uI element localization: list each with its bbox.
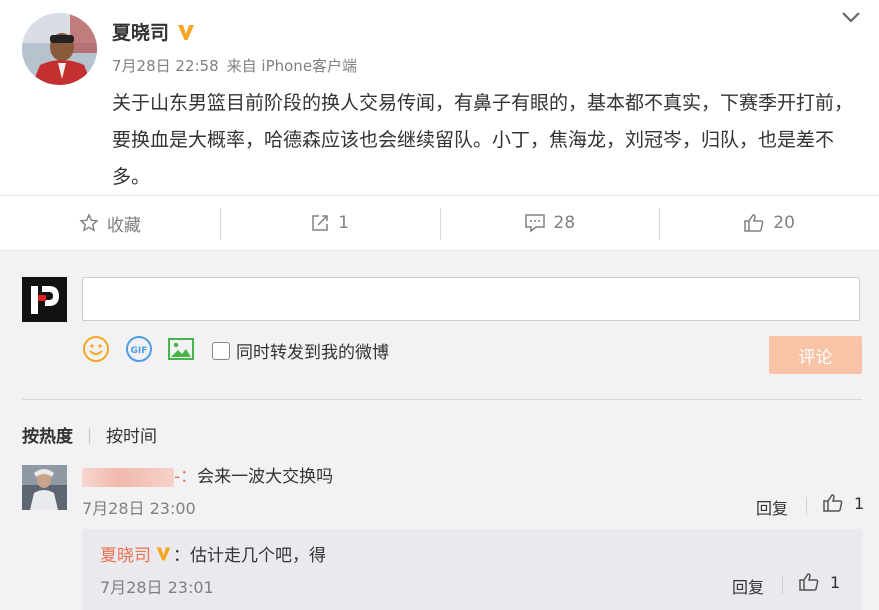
comment-section: GIF 同时转发到我的微博 评论 按热度 | 按时间 -：会来一波大交换吗 7月… [0,251,879,610]
star-icon [79,213,99,232]
reply-text: ：估计走几个吧，得 [173,546,326,566]
current-user-avatar [22,277,67,322]
share-count: 1 [338,213,350,233]
reply-thread: 夏晓司 ：估计走几个吧，得 7月28日 23:01 回复 1 [82,529,862,610]
reply-reply-button[interactable]: 回复 [732,574,764,598]
share-icon [312,215,328,231]
reply-like-button[interactable]: 1 [798,571,840,593]
reply-row: 夏晓司 ：估计走几个吧，得 [100,541,326,566]
avatar-photo [22,13,97,85]
gif-icon[interactable]: GIF [125,335,153,363]
comment-like-count: 1 [854,493,865,513]
sort-by-time-tab[interactable]: 按时间 [106,422,157,447]
comment-input[interactable] [82,277,860,321]
sort-separator: | [87,425,93,444]
thumbs-up-icon [744,214,764,232]
author-name[interactable]: 夏晓司 [112,18,169,45]
commenter-name-redacted[interactable] [82,467,174,487]
comment-row: -：会来一波大交换吗 [82,462,333,487]
divider [22,399,862,400]
like-count: 20 [773,213,795,233]
forward-checkbox[interactable] [212,341,230,360]
author-name-row: 夏晓司 [112,18,197,45]
reply-button[interactable]: 回复 [756,495,788,519]
author-avatar[interactable] [22,13,97,85]
reply-author-name[interactable]: 夏晓司 [100,541,151,566]
comment-icon [524,214,545,233]
emoji-icon[interactable] [82,335,110,363]
image-icon[interactable] [167,335,195,363]
thumbs-up-icon [823,494,843,512]
like-button[interactable]: 20 [659,196,879,250]
share-button[interactable]: 1 [219,196,440,250]
comment-text: 会来一波大交换吗 [197,467,334,487]
commenter-avatar[interactable] [22,465,67,510]
sort-by-hot-tab[interactable]: 按热度 [22,422,73,447]
commenter-name-suffix: -： [174,467,198,487]
post-time[interactable]: 7月28日 22:58 [112,57,219,75]
svg-text:GIF: GIF [131,346,148,356]
comment-button[interactable]: 28 [439,196,660,250]
post-source: 来自 iPhone客户端 [226,57,358,75]
post-meta: 7月28日 22:58 来自 iPhone客户端 [112,55,357,76]
verified-badge-icon [154,544,173,563]
comment-count: 28 [553,213,576,233]
favorite-button[interactable]: 收藏 [0,196,220,250]
forward-label: 同时转发到我的微博 [236,343,389,363]
comment-time: 7月28日 23:00 [82,499,196,518]
separator [806,497,807,515]
weibo-post: 夏晓司 7月28日 22:58 来自 iPhone客户端 关于山东男篮目前阶段的换… [0,0,879,195]
forward-option[interactable]: 同时转发到我的微博 [212,338,389,363]
reply-time: 7月28日 23:01 [100,578,214,597]
sort-tabs: 按热度 | 按时间 [22,422,157,448]
submit-comment-button[interactable]: 评论 [769,336,862,374]
reply-like-count: 1 [830,572,841,592]
favorite-label: 收藏 [106,215,141,236]
commenter-photo [22,465,67,510]
chevron-down-icon[interactable] [840,9,862,25]
post-text: 关于山东男篮目前阶段的换人交易传闻，有鼻子有眼的，基本都不真实，下赛季开打前，要… [112,92,854,188]
thumbs-up-icon [799,573,819,591]
comment-like-button[interactable]: 1 [822,492,864,514]
verified-badge-icon [175,21,197,43]
user-logo-icon [22,277,67,322]
separator [782,576,783,594]
post-action-bar: 收藏 1 28 20 [0,195,879,251]
